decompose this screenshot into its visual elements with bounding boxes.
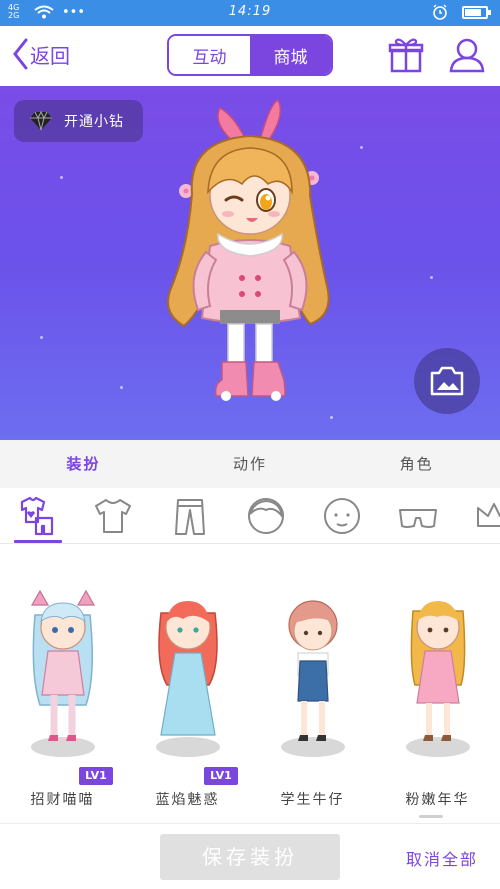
tshirt-icon[interactable]	[93, 496, 133, 536]
back-button[interactable]: 返回	[12, 38, 70, 70]
vip-upgrade-button[interactable]: 开通小钻	[14, 100, 143, 142]
outfit-preview	[281, 600, 345, 757]
cancel-all-button[interactable]: 取消全部	[406, 846, 478, 870]
tab-interaction[interactable]: 互动	[169, 36, 250, 74]
tab-shop[interactable]: 商城	[250, 36, 331, 74]
profile-icon[interactable]	[448, 36, 486, 74]
camera-button[interactable]	[414, 348, 480, 414]
outfit-preview	[30, 589, 96, 757]
outfit-name: 学生牛仔	[280, 792, 345, 808]
selected-type-indicator	[14, 540, 62, 543]
level-badge: LV1	[79, 767, 113, 785]
outfit-preview	[406, 601, 470, 757]
outfit-card[interactable]: LV1 蓝焰魅惑	[125, 585, 250, 815]
camera-icon	[430, 366, 464, 396]
clock: 14:19	[228, 4, 272, 19]
top-navigation: 返回 互动 商城	[0, 26, 500, 86]
outfit-card[interactable]: 学生牛仔	[250, 585, 375, 815]
avatar-character	[167, 98, 330, 401]
outfit-name: 蓝焰魅惑	[155, 792, 220, 808]
save-outfit-button[interactable]: 保存装扮	[160, 834, 340, 880]
battery-icon	[462, 5, 491, 19]
vip-label: 开通小钻	[64, 114, 124, 130]
tab-characters[interactable]: 角色	[333, 440, 500, 488]
level-badge: LV1	[204, 767, 238, 785]
tab-actions[interactable]: 动作	[167, 440, 334, 488]
suit-icon[interactable]	[18, 496, 58, 536]
tab-dress-up[interactable]: 装扮	[0, 440, 167, 488]
glasses-icon[interactable]	[398, 496, 438, 536]
avatar-stage: 开通小钻	[0, 86, 500, 440]
crown-icon[interactable]	[474, 496, 500, 536]
alarm-icon	[433, 4, 447, 20]
mode-switch: 互动 商城	[167, 34, 333, 76]
back-label: 返回	[30, 43, 70, 68]
face-icon[interactable]	[322, 496, 362, 536]
outfit-name: 招财喵喵	[30, 792, 95, 808]
pants-icon[interactable]	[170, 496, 210, 536]
hair-icon[interactable]	[246, 496, 286, 536]
outfit-card[interactable]: LV1 招财喵喵	[0, 585, 125, 815]
outfit-list: LV1 招财喵喵 LV1 蓝焰魅惑 学生牛仔 粉嫩年华	[0, 545, 500, 823]
status-bar: 4G 2G ••• 14:19	[0, 0, 500, 26]
scroll-indicator[interactable]	[419, 815, 443, 818]
outfit-preview	[156, 601, 220, 757]
diamond-icon	[30, 111, 52, 131]
outfit-card[interactable]: 粉嫩年华	[375, 585, 500, 815]
bottom-bar: 保存装扮 取消全部	[0, 823, 500, 889]
chevron-left-icon	[13, 38, 28, 70]
gift-icon[interactable]	[387, 36, 425, 74]
category-tabs: 装扮 动作 角色	[0, 440, 500, 488]
outfit-name: 粉嫩年华	[405, 792, 470, 808]
item-type-bar	[0, 488, 500, 544]
